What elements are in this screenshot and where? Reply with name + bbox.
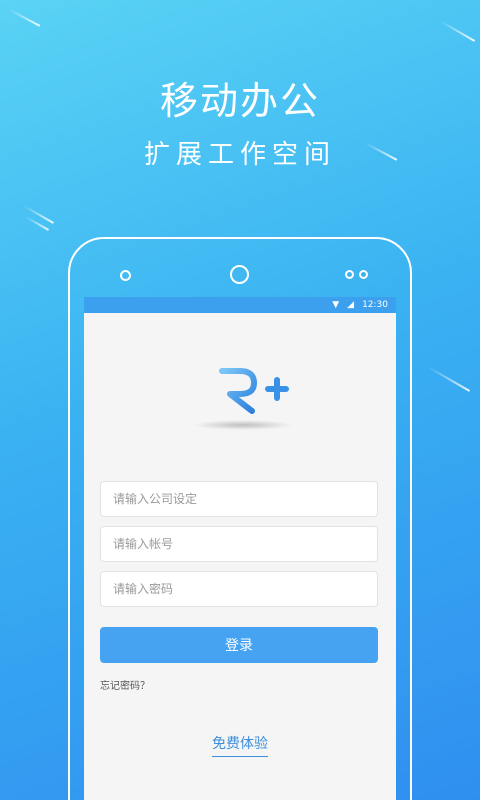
free-trial-container: 免费体验 bbox=[84, 733, 396, 757]
login-button[interactable]: 登录 bbox=[100, 627, 378, 663]
signal-icon: ◢ bbox=[347, 299, 355, 310]
device-screen: ▼ ◢ 12:30 请输入公司设定 请输入帐号 登录 忘记密码？ 免费体验 bbox=[84, 297, 396, 800]
forgot-password-link[interactable]: 忘记密码？ bbox=[100, 677, 150, 692]
password-field[interactable] bbox=[100, 571, 378, 607]
promo-screen: 移动办公 扩展工作空间 ▼ ◢ 12:30 请输入公司设定 请输入帐号 登录 忘… bbox=[0, 0, 480, 800]
account-field[interactable] bbox=[100, 526, 378, 562]
status-time: 12:30 bbox=[362, 300, 388, 310]
promo-subline: 扩展工作空间 bbox=[143, 140, 336, 170]
phone-speaker-icon bbox=[345, 270, 368, 279]
company-field[interactable] bbox=[100, 481, 378, 517]
hr-plus-logo-icon bbox=[192, 367, 289, 415]
promo-headline: 移动办公 bbox=[159, 79, 320, 123]
free-trial-link[interactable]: 免费体验 bbox=[212, 733, 268, 757]
logo-shadow bbox=[193, 420, 293, 430]
phone-sensor-icon bbox=[120, 270, 131, 281]
status-bar: ▼ ◢ 12:30 bbox=[84, 297, 396, 313]
phone-camera-icon bbox=[230, 265, 249, 284]
decorative-streak bbox=[7, 8, 41, 27]
company-input[interactable] bbox=[111, 491, 367, 507]
decorative-streak bbox=[439, 20, 476, 42]
account-input[interactable] bbox=[111, 536, 367, 552]
hr-plus-logo bbox=[188, 359, 298, 431]
password-input[interactable] bbox=[111, 581, 367, 597]
wifi-icon: ▼ bbox=[332, 299, 340, 310]
decorative-streak bbox=[427, 366, 471, 392]
decorative-streak bbox=[23, 205, 54, 224]
